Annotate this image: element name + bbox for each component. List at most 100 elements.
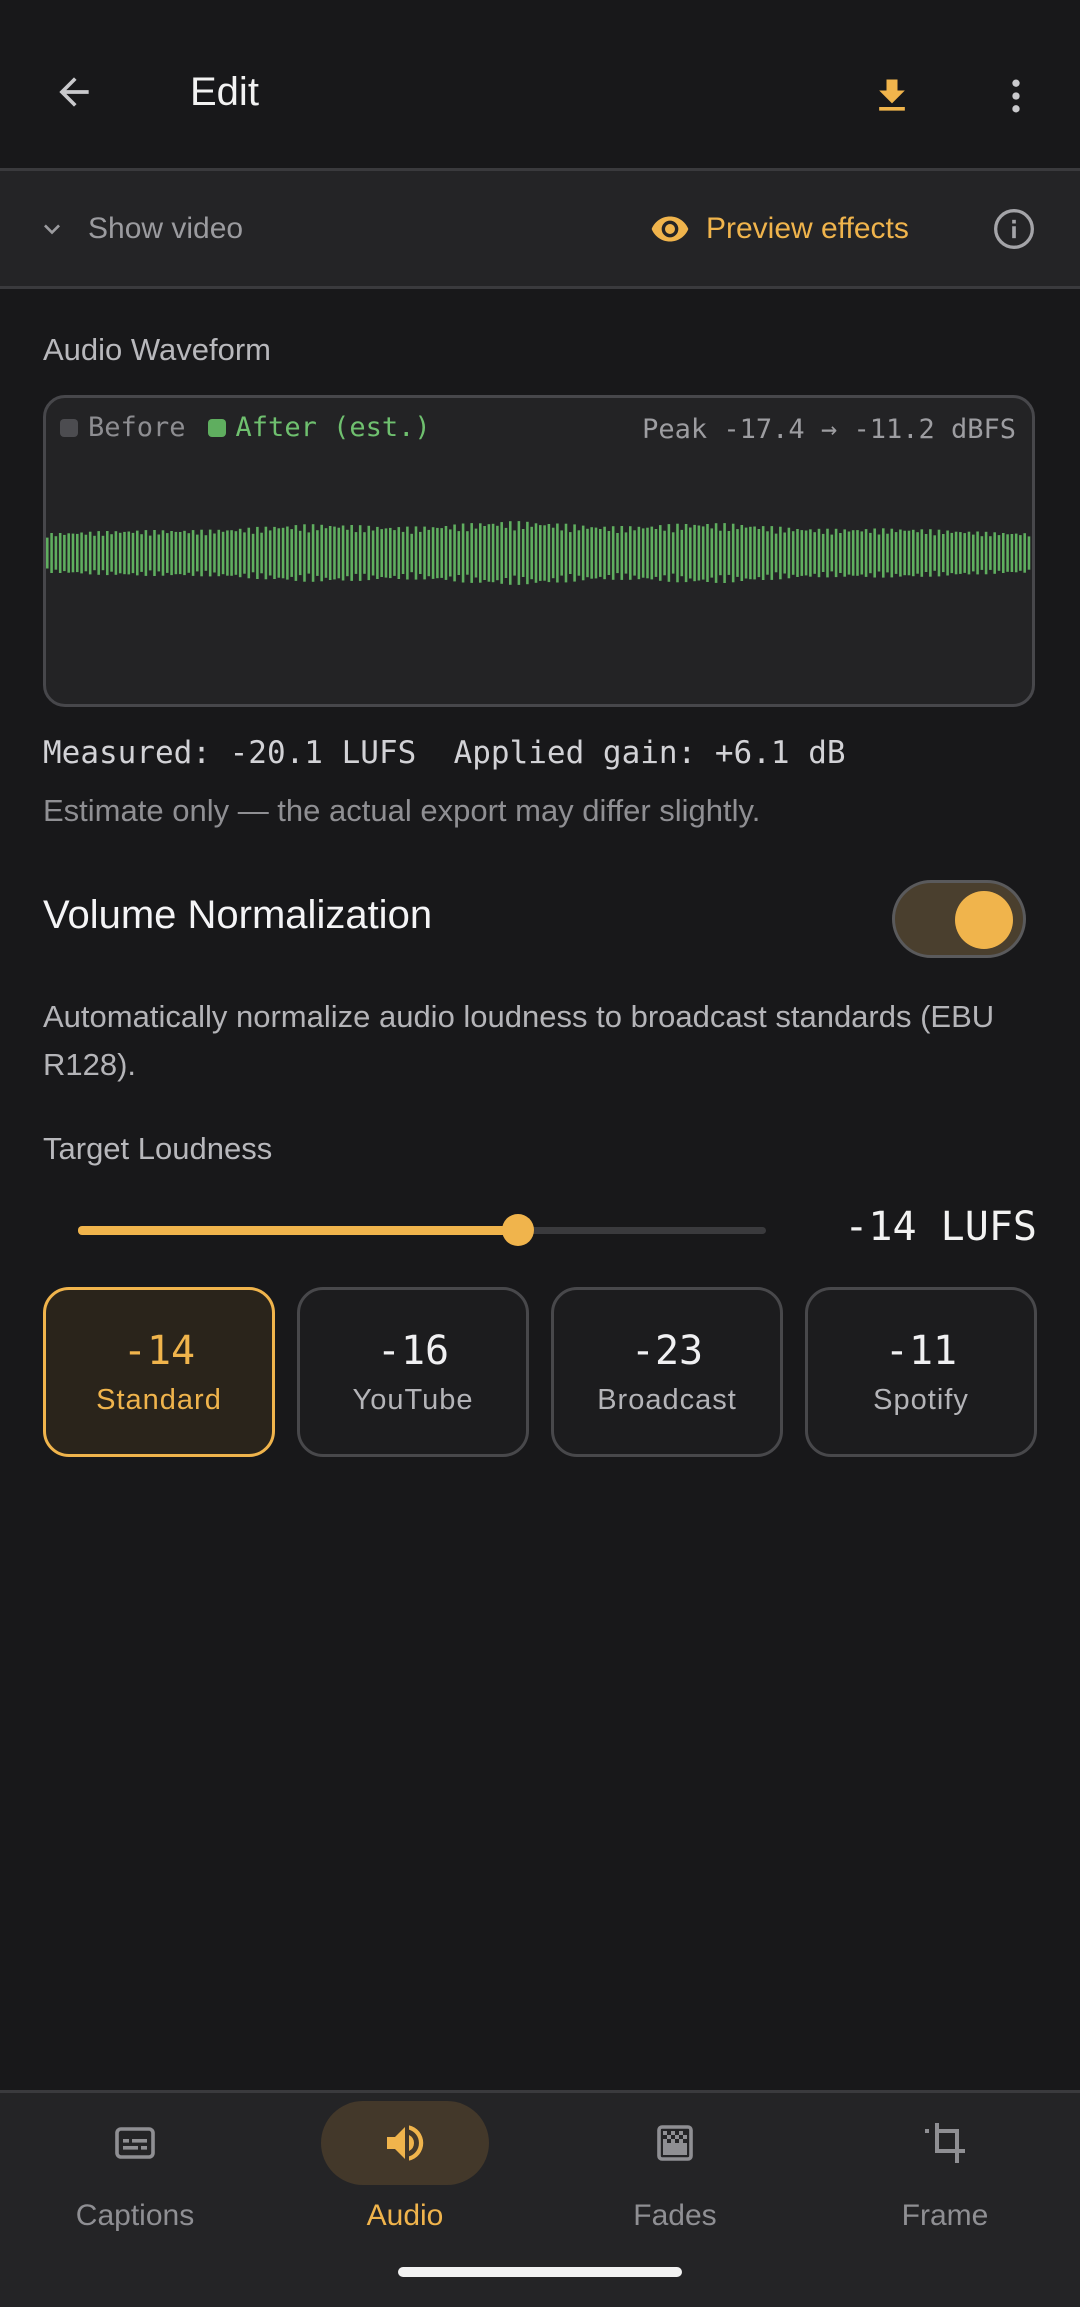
preset-youtube[interactable]: -16 YouTube [297, 1287, 529, 1457]
slider-fill [78, 1226, 519, 1235]
waveform-bar [633, 530, 636, 576]
nav-audio[interactable]: Audio [270, 2093, 540, 2253]
waveform-bar [886, 533, 889, 573]
waveform-bar [603, 526, 606, 580]
waveform-bar [1006, 534, 1009, 572]
loudness-presets: -14 Standard -16 YouTube -23 Broadcast -… [43, 1287, 1037, 1457]
waveform-bar [483, 526, 486, 580]
target-loudness-slider[interactable] [78, 1210, 766, 1250]
peak-readout: Peak -17.4 → -11.2 dBFS [642, 414, 1016, 445]
waveform-bar [166, 533, 169, 573]
speaker-icon [387, 2125, 424, 2161]
waveform-bar [787, 527, 791, 579]
waveform-bar [521, 529, 525, 577]
waveform-bar [217, 529, 221, 577]
waveform-bar [106, 531, 109, 576]
waveform-bar [204, 535, 208, 571]
waveform-bar [101, 535, 105, 571]
measured-stats: Measured: -20.1 LUFS Applied gain: +6.1 … [43, 735, 846, 771]
waveform-bar [753, 526, 756, 580]
info-icon[interactable] [992, 207, 1036, 251]
waveform-bar [534, 523, 538, 583]
waveform-bar [144, 530, 148, 576]
preset-spotify[interactable]: -11 Spotify [805, 1287, 1037, 1457]
waveform-bar [131, 532, 135, 574]
waveform-bar [599, 529, 602, 577]
waveform-bar [659, 525, 662, 581]
waveform-bar [453, 524, 456, 582]
preset-standard[interactable]: -14 Standard [43, 1287, 275, 1457]
nav-label: Captions [75, 2199, 195, 2232]
waveform-bar [689, 527, 692, 579]
waveform-bar [148, 535, 152, 571]
waveform-bar [71, 533, 75, 573]
waveform-bar [624, 532, 628, 574]
waveform-bar [701, 526, 705, 580]
waveform-bar [110, 534, 113, 572]
waveform-bar [226, 530, 229, 576]
nav-fades[interactable]: Fades [540, 2093, 810, 2253]
waveform-bar [821, 533, 825, 572]
waveform-bar [354, 532, 358, 574]
waveform-bar [46, 537, 49, 569]
volume-normalization-title: Volume Normalization [43, 893, 433, 937]
waveform-bar [719, 530, 722, 576]
waveform-bar [251, 533, 255, 573]
waveform-bar [646, 527, 649, 579]
waveform-bar [813, 532, 816, 574]
waveform-bar [920, 529, 924, 577]
waveform-bar [264, 526, 268, 580]
waveform-bar [406, 526, 409, 580]
crop-icon [925, 2123, 965, 2163]
waveform-bar [247, 527, 251, 579]
back-button[interactable] [42, 60, 106, 124]
waveform-bar [273, 526, 276, 579]
waveform-bar [586, 528, 589, 578]
app-bar: Edit [0, 0, 1080, 171]
waveform-bar [50, 533, 53, 573]
waveform-bar [731, 523, 735, 583]
download-button[interactable] [860, 64, 924, 128]
chevron-down-icon [44, 224, 60, 235]
waveform-bar [526, 521, 529, 585]
waveform-bar [97, 531, 100, 575]
preset-value: -11 [884, 1327, 958, 1374]
waveform-bar [856, 530, 859, 576]
waveform-bar [1014, 533, 1018, 573]
more-vertical-icon [1012, 79, 1020, 113]
waveform-bar [346, 529, 349, 577]
waveform-bar [307, 532, 311, 574]
waveform-bar [569, 532, 572, 574]
waveform-bar [423, 526, 426, 580]
waveform-bar [243, 532, 246, 574]
preset-broadcast[interactable]: -23 Broadcast [551, 1287, 783, 1457]
estimate-note: Estimate only — the actual export may di… [43, 793, 761, 828]
waveform-bar [676, 523, 679, 583]
waveform-bar [316, 530, 319, 576]
waveform-bar [341, 525, 345, 581]
waveform-bar [590, 527, 593, 579]
nav-pill [591, 2101, 759, 2185]
waveform-bar [903, 530, 906, 576]
preview-effects-label: Preview effects [706, 212, 909, 245]
waveform-bar [714, 523, 718, 583]
waveform-bar [980, 536, 984, 570]
waveform-bar [890, 528, 894, 578]
show-video-toggle[interactable]: Show video [36, 207, 243, 251]
more-options-button[interactable] [984, 64, 1048, 128]
waveform-bar [770, 526, 774, 580]
nav-pill [321, 2101, 489, 2185]
waveform-bar [616, 533, 619, 574]
volume-normalization-toggle[interactable] [892, 880, 1026, 958]
waveform-bar [967, 531, 971, 575]
preview-effects-button[interactable]: Preview effects [650, 205, 909, 253]
waveform-bar [174, 531, 178, 575]
waveform-bar [671, 532, 675, 574]
slider-thumb[interactable] [502, 1214, 535, 1246]
nav-frame[interactable]: Frame [810, 2093, 1080, 2253]
waveform-bar [1010, 534, 1014, 572]
waveform-bar [54, 536, 58, 570]
waveform-bar [221, 531, 225, 575]
nav-pill [51, 2101, 219, 2185]
nav-captions[interactable]: Captions [0, 2093, 270, 2253]
